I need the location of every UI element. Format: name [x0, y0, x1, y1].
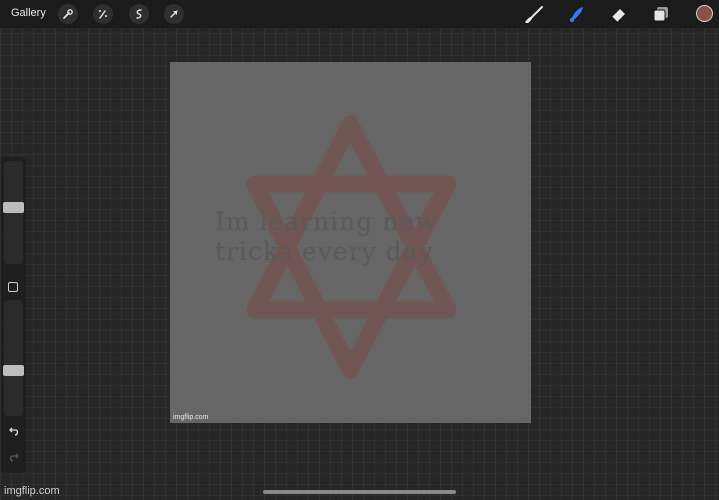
home-indicator[interactable]	[263, 490, 456, 494]
drawing-canvas[interactable]: Im learning new tricks every day imgflip…	[170, 62, 531, 423]
brush-size-slider[interactable]	[3, 161, 24, 264]
canvas-watermark: imgflip.com	[173, 414, 209, 421]
layers-button[interactable]	[650, 4, 672, 24]
eraser-icon	[611, 9, 625, 23]
modify-button[interactable]	[8, 282, 18, 292]
canvas-text: Im learning new tricks every day	[215, 207, 505, 267]
opacity-slider[interactable]	[3, 300, 24, 416]
transform-button[interactable]	[164, 4, 184, 24]
selection-icon	[136, 9, 142, 19]
color-picker-button[interactable]	[696, 5, 713, 22]
gallery-button[interactable]: Gallery	[11, 7, 46, 19]
selection-button[interactable]	[129, 4, 149, 24]
canvas-text-line-2: tricks every day	[215, 237, 434, 266]
sidebar	[1, 157, 26, 473]
brush-icon	[525, 6, 543, 23]
magic-wand-icon	[99, 10, 107, 19]
layers-icon	[653, 7, 668, 22]
actions-button[interactable]	[58, 4, 78, 24]
redo-button[interactable]	[5, 449, 23, 465]
top-toolbar: Gallery	[0, 0, 719, 28]
undo-icon	[9, 427, 19, 436]
redo-icon	[9, 453, 19, 462]
transform-arrow-icon	[170, 10, 178, 18]
adjustments-button[interactable]	[93, 4, 113, 24]
smudge-button[interactable]	[566, 4, 588, 24]
smudge-icon	[569, 7, 583, 23]
opacity-thumb[interactable]	[3, 365, 24, 376]
eraser-button[interactable]	[608, 4, 630, 24]
page-watermark: imgflip.com	[4, 485, 60, 497]
canvas-text-line-1: Im learning new	[215, 207, 438, 236]
undo-button[interactable]	[5, 423, 23, 439]
wrench-icon	[63, 9, 73, 19]
brush-button[interactable]	[524, 4, 546, 24]
brush-size-thumb[interactable]	[3, 202, 24, 213]
